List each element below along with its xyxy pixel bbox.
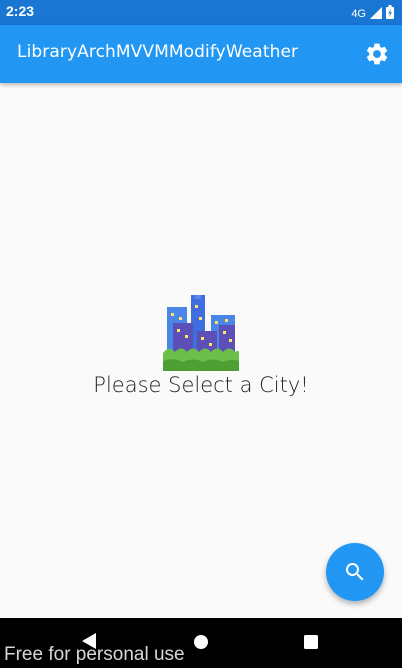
status-bar: 2:23 4G — [0, 0, 402, 25]
app-title: LibraryArchMVVMModifyWeather — [17, 42, 299, 62]
network-type: 4G — [351, 7, 366, 20]
cityscape-icon — [163, 295, 239, 371]
recents-button[interactable] — [303, 634, 319, 650]
gear-icon — [366, 43, 388, 65]
signal-icon — [370, 4, 382, 23]
settings-button[interactable] — [364, 41, 390, 67]
search-icon — [346, 563, 364, 581]
battery-icon — [386, 4, 394, 23]
home-button[interactable] — [193, 634, 209, 650]
home-icon — [194, 635, 208, 649]
recents-icon — [304, 635, 318, 649]
search-button[interactable] — [326, 543, 384, 601]
app-bar: LibraryArchMVVMModifyWeather — [0, 25, 402, 83]
main-content: Please Select a City! — [0, 83, 402, 618]
watermark-text: Free for personal use — [4, 644, 185, 665]
empty-state-message: Please Select a City! — [93, 373, 309, 397]
status-time: 2:23 — [6, 3, 35, 19]
status-icons: 4G — [351, 4, 394, 23]
